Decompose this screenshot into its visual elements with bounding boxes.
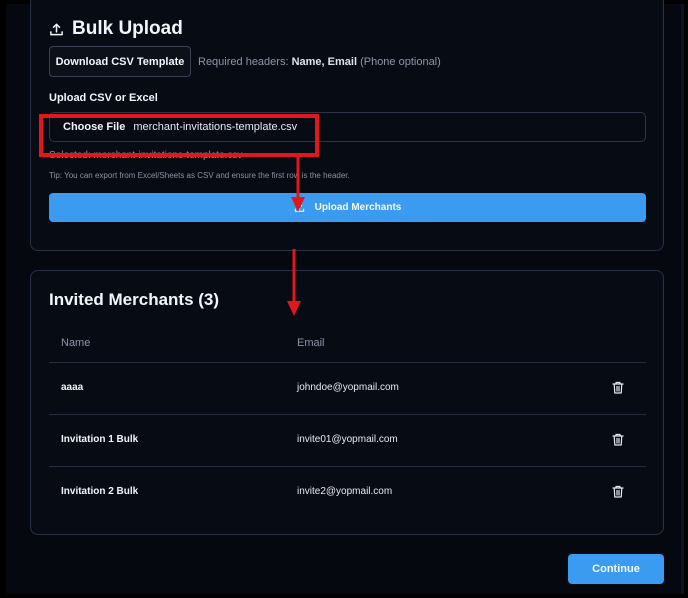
scrollbar[interactable] [681,4,684,594]
annotation-highlight-box [39,114,319,157]
table-row-email: johndoe@yopmail.com [297,382,399,393]
annotation-arrow [287,249,301,316]
trash-icon[interactable] [612,381,624,394]
table-row-name: aaaa [61,382,84,393]
bulk-upload-title: Bulk Upload [72,18,183,39]
column-header-name: Name [61,337,91,349]
required-header-name: Name [291,56,322,68]
upload-field-label: Upload CSV or Excel [49,92,158,104]
continue-button[interactable]: Continue [568,554,664,584]
table-divider [49,414,646,415]
required-headers-suffix: (Phone optional) [357,56,441,68]
table-row-email: invite01@yopmail.com [297,434,398,445]
required-header-email: Email [327,56,358,68]
annotation-arrow [291,157,305,212]
required-headers-prefix: Required headers: [198,56,292,68]
trash-icon[interactable] [612,485,624,498]
table-row-email: invite2@yopmail.com [297,486,393,497]
table-divider [49,466,646,467]
upload-merchants-label: Upload Merchants [314,202,402,213]
table-divider [49,362,646,363]
download-csv-template-button[interactable]: Download CSV Template [49,46,191,77]
column-header-email: Email [297,337,325,349]
trash-icon[interactable] [612,433,624,446]
required-headers-hint: Required headers: Name, Email (Phone opt… [198,56,441,68]
invited-merchants-title: Invited Merchants (3) [49,290,220,309]
upload-merchants-button[interactable]: Upload Merchants [49,193,646,222]
table-row-name: Invitation 1 Bulk [61,434,139,445]
invited-merchants-card: Invited Merchants (3) Name Email aaaa jo… [30,270,664,535]
bulk-upload-heading: Bulk Upload [49,18,183,40]
table-row-name: Invitation 2 Bulk [61,486,139,497]
upload-icon [50,23,63,35]
